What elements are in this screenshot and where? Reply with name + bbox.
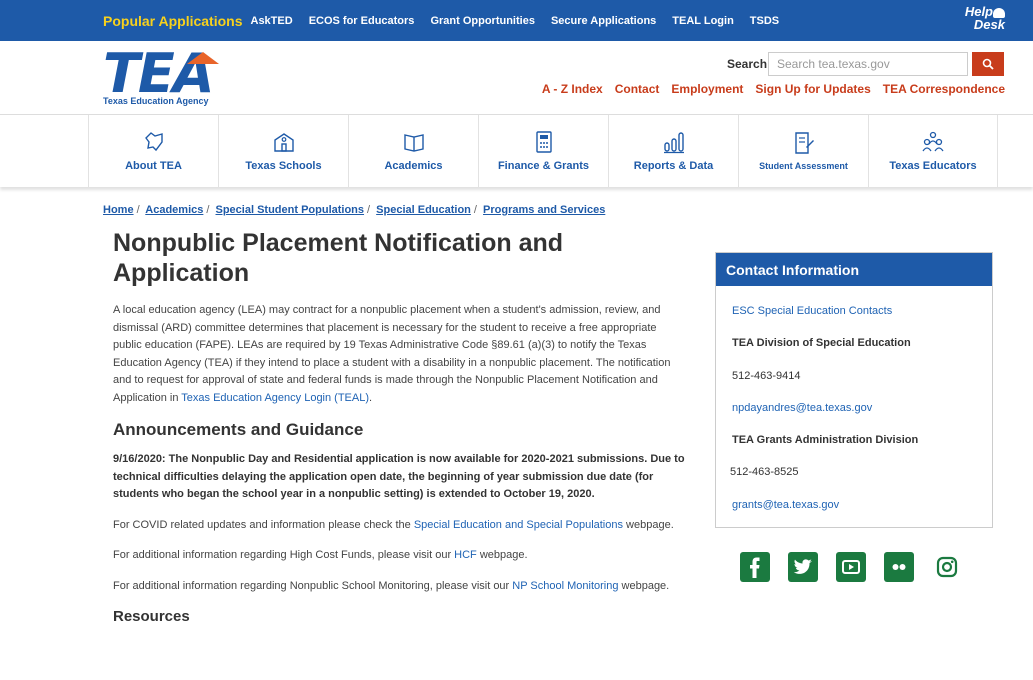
breadcrumb: Home / Academics / Special Student Populat… bbox=[103, 204, 606, 216]
hcf-paragraph: For additional information regarding Hig… bbox=[113, 549, 528, 561]
util-link-contact[interactable]: Contact bbox=[615, 82, 660, 96]
nav-label: Academics bbox=[384, 160, 443, 172]
topbar-link-ecos[interactable]: ECOS for Educators bbox=[309, 15, 415, 27]
page-title: Nonpublic Placement Notification and App… bbox=[113, 229, 564, 287]
nav-label: Finance & Grants bbox=[497, 160, 590, 172]
esc-contacts-link[interactable]: ESC Special Education Contacts bbox=[732, 305, 892, 317]
nav-item-about-tea[interactable]: About TEA bbox=[88, 115, 218, 187]
breadcrumb-special-education[interactable]: Special Education bbox=[376, 204, 471, 216]
topbar-link-teal-login[interactable]: TEAL Login bbox=[672, 15, 734, 27]
twitter-icon bbox=[793, 559, 812, 574]
nav-item-finance-grants[interactable]: Finance & Grants bbox=[478, 115, 608, 187]
search-icon bbox=[982, 58, 994, 70]
social-links bbox=[740, 552, 980, 582]
contact-heading: Contact Information bbox=[716, 253, 992, 289]
nav-label: Texas Schools bbox=[245, 160, 322, 172]
topbar-link-secure-applications[interactable]: Secure Applications bbox=[551, 15, 656, 27]
popular-applications-bar: Popular Applications AskTED ECOS for Edu… bbox=[103, 0, 795, 41]
search-input[interactable] bbox=[768, 52, 968, 76]
nav-label: About TEA bbox=[125, 160, 182, 172]
breadcrumb-programs-and-services[interactable]: Programs and Services bbox=[483, 204, 605, 216]
announcements-heading: Announcements and Guidance bbox=[113, 420, 364, 439]
intro-paragraph: A local education agency (LEA) may contr… bbox=[113, 304, 671, 404]
email-special-education[interactable]: npdayandres@tea.texas.gov bbox=[732, 402, 872, 414]
np-school-monitoring-link[interactable]: NP School Monitoring bbox=[512, 580, 618, 592]
teal-link[interactable]: Texas Education Agency Login (TEAL) bbox=[181, 392, 369, 404]
flickr-link[interactable] bbox=[884, 552, 914, 582]
logo-subtitle: Texas Education Agency bbox=[103, 96, 209, 106]
top-bar: Popular Applications AskTED ECOS for Edu… bbox=[0, 0, 1033, 41]
contact-information-box: Contact Information ESC Special Educatio… bbox=[715, 252, 993, 528]
util-link-sign-up-for-updates[interactable]: Sign Up for Updates bbox=[755, 82, 870, 96]
division-special-education: TEA Division of Special Education bbox=[732, 337, 911, 349]
util-link-employment[interactable]: Employment bbox=[671, 82, 743, 96]
help-desk-line2: Desk bbox=[973, 17, 1005, 32]
instagram-icon bbox=[936, 556, 958, 578]
phone-grants: 512-463-8525 bbox=[730, 466, 799, 478]
tea-logo[interactable]: TEA Texas Education Agency bbox=[103, 47, 223, 107]
facebook-link[interactable] bbox=[740, 552, 770, 582]
np-monitoring-paragraph: For additional information regarding Non… bbox=[113, 579, 670, 592]
covid-paragraph: For COVID related updates and informatio… bbox=[113, 518, 674, 531]
resources-heading: Resources bbox=[113, 608, 190, 625]
division-grants-administration: TEA Grants Administration Division bbox=[732, 434, 919, 446]
breadcrumb-special-student-populations[interactable]: Special Student Populations bbox=[216, 204, 365, 216]
calculator-icon bbox=[535, 131, 552, 153]
school-icon bbox=[273, 133, 294, 152]
nav-label: Texas Educators bbox=[889, 160, 977, 172]
breadcrumb-academics[interactable]: Academics bbox=[145, 204, 203, 216]
main-content: Nonpublic Placement Notification and App… bbox=[113, 228, 688, 625]
graduation-cap-icon bbox=[187, 52, 219, 64]
util-link-tea-correspondence[interactable]: TEA Correspondence bbox=[883, 82, 1005, 96]
instagram-link[interactable] bbox=[932, 552, 962, 582]
search-button[interactable] bbox=[972, 52, 1004, 76]
utility-links: A - Z Index Contact Employment Sign Up f… bbox=[530, 82, 1005, 96]
search-label: Search bbox=[727, 57, 768, 71]
nav-label: Student Assessment bbox=[759, 161, 848, 171]
flickr-icon bbox=[892, 564, 906, 570]
topbar-link-grant-opportunities[interactable]: Grant Opportunities bbox=[430, 15, 535, 27]
phone-special-education: 512-463-9414 bbox=[732, 370, 801, 382]
email-grants[interactable]: grants@tea.texas.gov bbox=[732, 499, 839, 511]
nav-item-reports-data[interactable]: Reports & Data bbox=[608, 115, 738, 187]
book-icon bbox=[403, 134, 424, 152]
nav-item-student-assessment[interactable]: Student Assessment bbox=[738, 115, 868, 187]
main-nav: About TEA Texas Schools Academics Financ… bbox=[0, 114, 1033, 187]
youtube-link[interactable] bbox=[836, 552, 866, 582]
breadcrumb-home[interactable]: Home bbox=[103, 204, 134, 216]
twitter-link[interactable] bbox=[788, 552, 818, 582]
announcement-text: 9/16/2020: The Nonpublic Day and Residen… bbox=[113, 453, 685, 500]
hcf-link[interactable]: HCF bbox=[454, 549, 477, 561]
test-icon bbox=[794, 132, 814, 154]
util-link-a-z-index[interactable]: A - Z Index bbox=[542, 82, 603, 96]
nav-item-academics[interactable]: Academics bbox=[348, 115, 478, 187]
topbar-link-askted[interactable]: AskTED bbox=[251, 15, 293, 27]
nav-label: Reports & Data bbox=[633, 160, 714, 172]
help-desk-link[interactable]: Help Desk bbox=[945, 5, 1005, 37]
nav-item-texas-educators[interactable]: Texas Educators bbox=[868, 115, 998, 187]
topbar-link-tsds[interactable]: TSDS bbox=[750, 15, 779, 27]
special-education-link[interactable]: Special Education and Special Population… bbox=[414, 519, 623, 531]
people-icon bbox=[922, 131, 944, 152]
facebook-icon bbox=[750, 557, 760, 578]
popular-applications-label: Popular Applications bbox=[103, 12, 243, 29]
youtube-icon bbox=[842, 560, 860, 574]
nav-item-texas-schools[interactable]: Texas Schools bbox=[218, 115, 348, 187]
map-icon bbox=[144, 132, 163, 152]
bar-chart-icon bbox=[663, 132, 684, 154]
